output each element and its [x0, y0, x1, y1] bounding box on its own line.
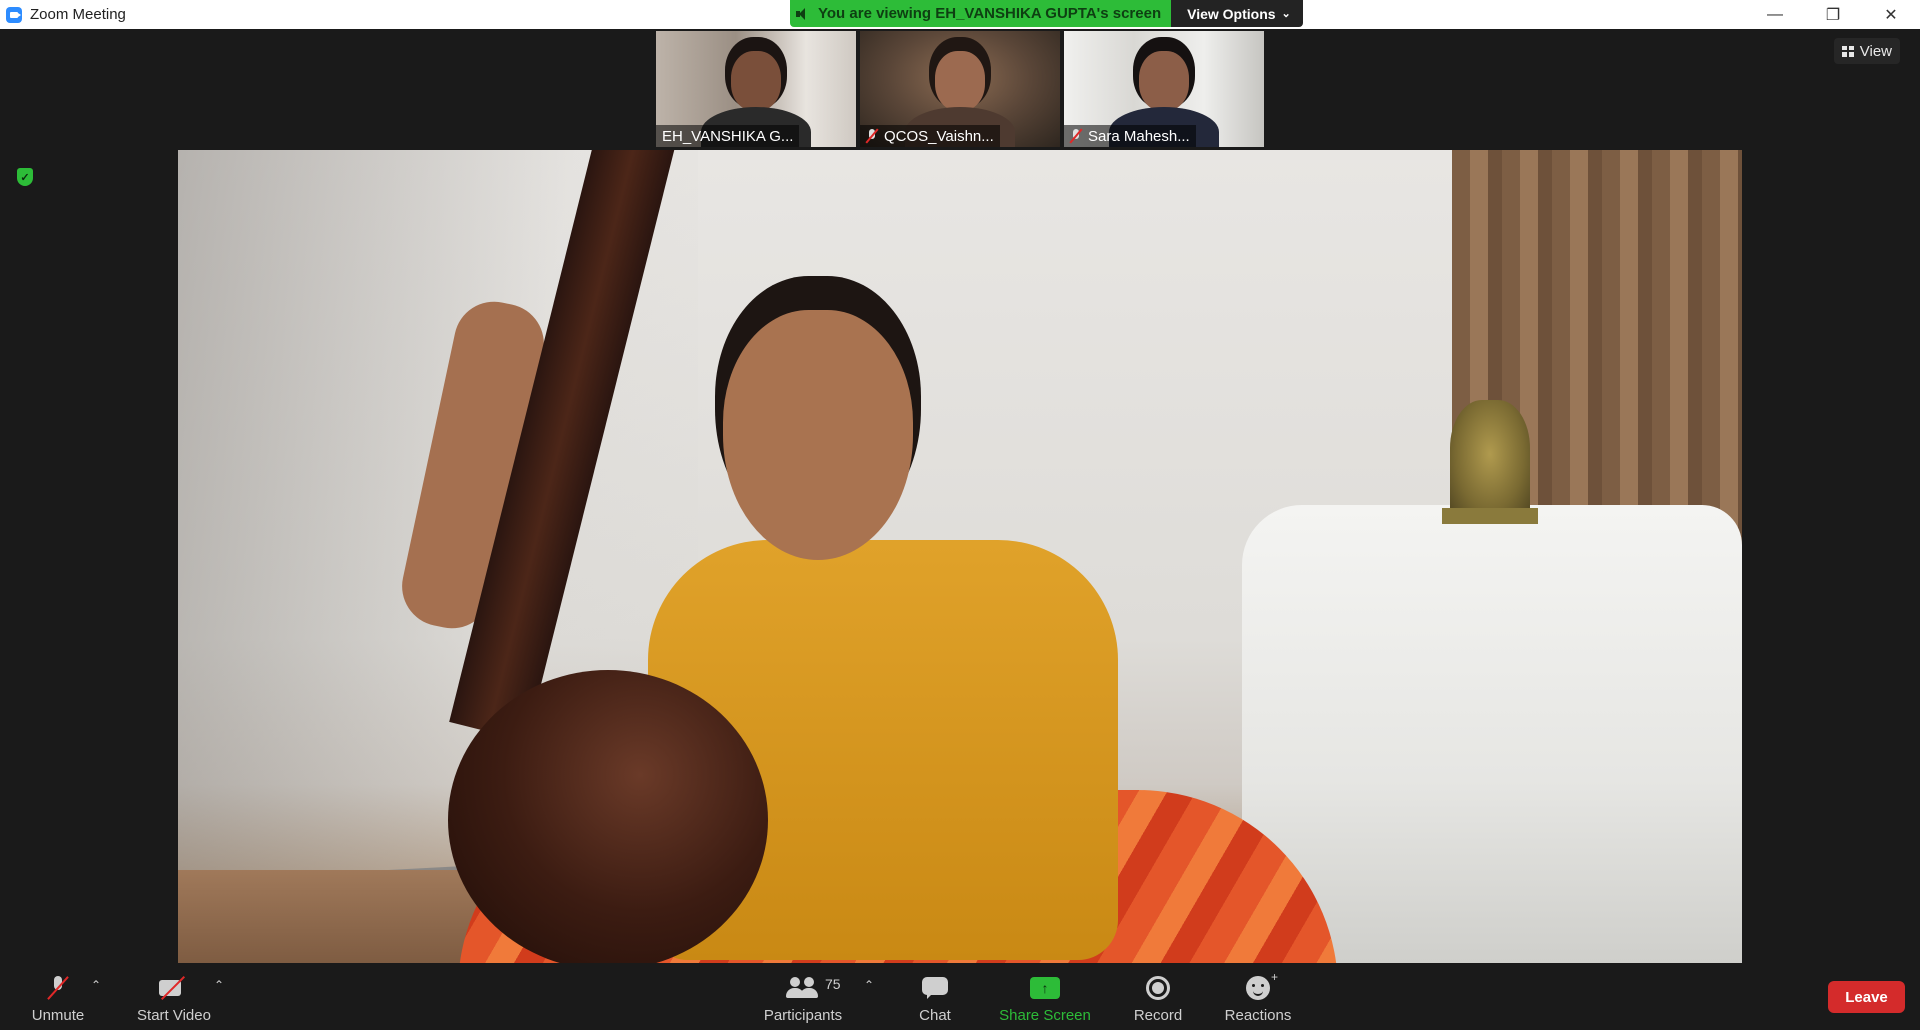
- video-options-caret-icon[interactable]: ⌃: [214, 978, 224, 992]
- speaker-icon: [796, 7, 810, 21]
- start-video-label: Start Video: [137, 1007, 211, 1024]
- participant-thumbnail[interactable]: Sara Mahesh...: [1064, 31, 1264, 147]
- record-label: Record: [1133, 1007, 1183, 1024]
- record-icon: [1146, 976, 1170, 1000]
- shield-check-icon[interactable]: ✓: [17, 168, 33, 186]
- close-button[interactable]: ✕: [1862, 0, 1920, 29]
- chevron-down-icon: ⌄: [1281, 8, 1291, 20]
- record-button[interactable]: Record: [1128, 966, 1188, 1030]
- minimize-button[interactable]: —: [1746, 0, 1804, 29]
- reactions-button[interactable]: + Reactions: [1222, 966, 1294, 1030]
- reactions-label: Reactions: [1224, 1007, 1292, 1024]
- grid-view-icon: [1841, 45, 1854, 57]
- view-options-label: View Options: [1187, 5, 1276, 22]
- participant-thumbnail[interactable]: EH_VANSHIKA G...: [656, 31, 856, 147]
- participants-options-caret-icon[interactable]: ⌃: [864, 978, 874, 992]
- draped-table: [1242, 505, 1742, 963]
- participant-name: Sara Mahesh...: [1088, 127, 1190, 145]
- share-screen-label: Share Screen: [999, 1007, 1091, 1024]
- leave-button[interactable]: Leave: [1828, 981, 1905, 1013]
- unmute-label: Unmute: [31, 1007, 85, 1024]
- view-layout-label: View: [1859, 42, 1892, 60]
- window-title: Zoom Meeting: [30, 6, 126, 23]
- participant-name-label: QCOS_Vaishn...: [860, 125, 1000, 147]
- participant-name-label: EH_VANSHIKA G...: [656, 125, 800, 147]
- audio-options-caret-icon[interactable]: ⌃: [91, 978, 101, 992]
- participants-icon: [786, 977, 820, 999]
- start-video-button[interactable]: Start Video: [134, 966, 214, 1030]
- participant-name-label: Sara Mahesh...: [1064, 125, 1196, 147]
- meeting-toolbar: Unmute ⌃ Start Video ⌃ Participants 75 ⌃…: [0, 966, 1920, 1030]
- chat-icon: [922, 977, 948, 999]
- view-options-button[interactable]: View Options ⌄: [1171, 0, 1303, 27]
- screen-share-banner: You are viewing EH_VANSHIKA GUPTA's scre…: [790, 0, 1303, 27]
- brass-idol: [1450, 400, 1530, 520]
- muted-mic-icon: [1070, 129, 1082, 143]
- smiley-icon: +: [1246, 970, 1278, 1000]
- restore-button[interactable]: ❐: [1804, 0, 1862, 29]
- viewing-indicator: You are viewing EH_VANSHIKA GUPTA's scre…: [790, 0, 1172, 27]
- view-layout-button[interactable]: View: [1833, 38, 1900, 64]
- participant-name: EH_VANSHIKA G...: [662, 127, 794, 145]
- participant-thumbnail-strip: EH_VANSHIKA G... QCOS_Vaishn... Sara Mah…: [656, 31, 1264, 147]
- muted-mic-icon: [50, 976, 66, 1000]
- video-off-icon: [159, 978, 189, 998]
- participants-label: Participants: [763, 1007, 843, 1024]
- participants-count: 75: [825, 976, 841, 992]
- share-screen-icon: ↑: [1030, 977, 1060, 999]
- participant-name: QCOS_Vaishn...: [884, 127, 994, 145]
- unmute-button[interactable]: Unmute: [28, 966, 88, 1030]
- zoom-app-icon: [6, 6, 22, 23]
- viewing-text: You are viewing EH_VANSHIKA GUPTA's scre…: [818, 5, 1162, 22]
- muted-mic-icon: [866, 129, 878, 143]
- chat-label: Chat: [919, 1007, 951, 1024]
- share-screen-button[interactable]: ↑ Share Screen: [998, 966, 1092, 1030]
- shared-screen-video: [178, 150, 1742, 963]
- participant-thumbnail[interactable]: QCOS_Vaishn...: [860, 31, 1060, 147]
- chat-button[interactable]: Chat: [910, 966, 960, 1030]
- add-reaction-plus-icon: +: [1270, 970, 1278, 984]
- window-controls: — ❐ ✕: [1746, 0, 1920, 29]
